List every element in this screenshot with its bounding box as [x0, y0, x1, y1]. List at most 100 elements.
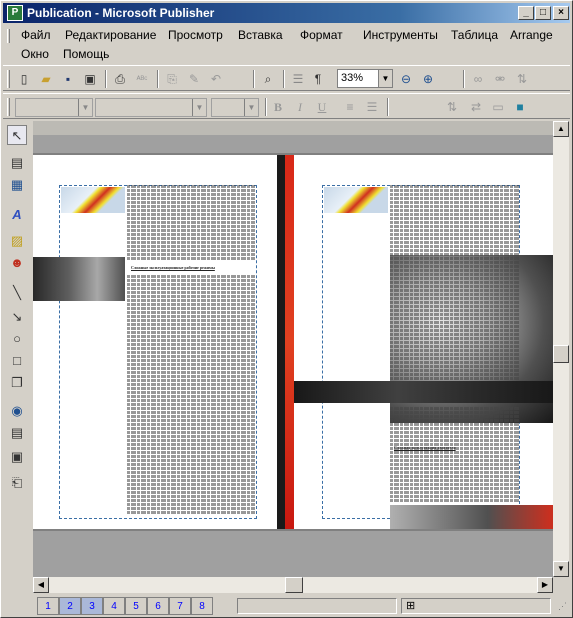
menu-view[interactable]: Просмотр [168, 28, 223, 42]
search-icon[interactable]: ⌕ [259, 70, 277, 88]
size-indicator: ⊞ [401, 598, 551, 614]
menu-window[interactable]: Окно [21, 47, 49, 61]
bold-button[interactable]: B [269, 98, 287, 116]
undo-icon[interactable]: ↶ [207, 70, 225, 88]
html-code-icon[interactable]: ▣ [7, 447, 27, 467]
menu-grip[interactable] [7, 29, 10, 43]
text-column-left-top[interactable] [127, 185, 255, 263]
page-tab-1[interactable]: 1 [37, 597, 59, 615]
text-direction-icon[interactable]: ⇅ [513, 70, 531, 88]
page-tab-4[interactable]: 4 [103, 597, 125, 615]
border-icon[interactable]: ⇄ [467, 98, 485, 116]
textbox-icon[interactable]: ▤ [7, 153, 27, 173]
horizontal-scrollbar[interactable]: ◀ ▶ [33, 577, 553, 593]
scroll-up-icon[interactable]: ▲ [553, 121, 569, 137]
print-preview-icon[interactable]: ▣ [81, 70, 99, 88]
justify-icon[interactable]: ☰ [363, 98, 381, 116]
menu-help[interactable]: Помощь [63, 47, 109, 61]
link-icon[interactable]: ∞ [469, 70, 487, 88]
align-right-icon[interactable]: ≡ [341, 98, 359, 116]
menu-tools[interactable]: Инструменты [363, 28, 438, 42]
menu-file[interactable]: Файл [21, 28, 51, 42]
format-painter-icon[interactable]: ✎ [185, 70, 203, 88]
clipart-icon[interactable]: ☻ [7, 253, 27, 273]
chevron-down-icon[interactable]: ▼ [378, 70, 392, 87]
chevron-down-icon[interactable]: ▼ [78, 99, 92, 116]
zoom-select[interactable]: 33% ▼ [337, 69, 393, 88]
photo-bottom[interactable] [390, 505, 553, 529]
underline-button[interactable]: U [313, 98, 331, 116]
text-column-right[interactable] [390, 185, 520, 383]
menu-format[interactable]: Формат [300, 28, 343, 42]
pointer-icon[interactable]: ↖ [7, 125, 27, 145]
horizontal-scroll-thumb[interactable] [285, 577, 303, 593]
scroll-left-icon[interactable]: ◀ [33, 577, 49, 593]
line-icon[interactable]: ╲ [7, 283, 27, 303]
columns-icon[interactable]: ☰ [289, 70, 307, 88]
page-left[interactable]: Сложные эксплуатационные рабочие режимы [33, 155, 285, 529]
chevron-down-icon[interactable]: ▼ [244, 99, 258, 116]
horizontal-ruler[interactable] [33, 121, 553, 135]
font-select[interactable]: ▼ [95, 98, 207, 117]
wordart-icon[interactable]: A [7, 205, 27, 225]
page-right[interactable]: Сложная эксплуатация двигателя [294, 155, 553, 529]
hotspot-icon[interactable]: ◉ [7, 401, 27, 421]
print-icon[interactable]: ⎙ [111, 70, 129, 88]
zoom-out-icon[interactable]: ⊖ [397, 70, 415, 88]
close-button[interactable]: × [553, 6, 569, 20]
vertical-scroll-thumb[interactable] [553, 345, 569, 363]
title-bar[interactable]: P Publication - Microsoft Publisher _ □ … [3, 3, 570, 23]
resize-grip-icon[interactable]: ⋰ [558, 601, 568, 613]
new-icon[interactable]: ▯ [15, 70, 33, 88]
fill-color-icon[interactable]: ▭ [489, 98, 507, 116]
design-gallery-icon[interactable]: ⎗ [7, 473, 27, 493]
page-tab-6[interactable]: 6 [147, 597, 169, 615]
workspace[interactable]: Сложные эксплуатационные рабочие режимы … [33, 121, 553, 577]
photo-strip[interactable] [33, 257, 125, 301]
text-column-left[interactable] [127, 275, 255, 519]
minimize-button[interactable]: _ [518, 6, 534, 20]
rectangle-icon[interactable]: □ [7, 351, 27, 371]
race-car-picture[interactable] [324, 187, 388, 213]
menu-table[interactable]: Таблица [451, 28, 498, 42]
publisher-icon[interactable]: P [7, 5, 23, 21]
menu-arrange[interactable]: Arrange [510, 28, 553, 42]
table-icon[interactable]: ▦ [7, 175, 27, 195]
paragraph-icon[interactable]: ¶ [309, 70, 327, 88]
page-tab-7[interactable]: 7 [169, 597, 191, 615]
menu-insert[interactable]: Вставка [238, 28, 283, 42]
page-tab-3[interactable]: 3 [81, 597, 103, 615]
oval-icon[interactable]: ○ [7, 329, 27, 349]
scroll-right-icon[interactable]: ▶ [537, 577, 553, 593]
autoshapes-icon[interactable]: ❐ [7, 373, 27, 393]
chevron-down-icon[interactable]: ▼ [192, 99, 206, 116]
copy-icon[interactable]: ⎘ [163, 70, 181, 88]
style-select[interactable]: ▼ [15, 98, 93, 117]
font-size-select[interactable]: ▼ [211, 98, 259, 117]
line-spacing-icon[interactable]: ⇅ [443, 98, 461, 116]
picture-icon[interactable]: ▨ [7, 231, 27, 251]
page-tab-5[interactable]: 5 [125, 597, 147, 615]
italic-button[interactable]: I [291, 98, 309, 116]
toolbar-grip[interactable] [7, 98, 10, 116]
text-column-right-bottom[interactable] [390, 407, 520, 503]
maximize-button[interactable]: □ [535, 6, 551, 20]
3d-icon[interactable]: ■ [511, 98, 529, 116]
save-icon[interactable]: ▪ [59, 70, 77, 88]
separator [463, 70, 465, 88]
toolbar-grip[interactable] [7, 70, 10, 88]
arrow-icon[interactable]: ↘ [7, 307, 27, 327]
unlink-icon[interactable]: ⚮ [491, 70, 509, 88]
heading-left: Сложные эксплуатационные рабочие режимы [131, 265, 215, 270]
form-control-icon[interactable]: ▤ [7, 423, 27, 443]
page-tab-8[interactable]: 8 [191, 597, 213, 615]
scroll-down-icon[interactable]: ▼ [553, 561, 569, 577]
spelling-icon[interactable]: ᴬᴮᶜ [133, 70, 151, 88]
menu-edit[interactable]: Редактирование [65, 28, 156, 42]
zoom-in-icon[interactable]: ⊕ [419, 70, 437, 88]
open-icon[interactable]: ▰ [37, 70, 55, 88]
page-tab-2[interactable]: 2 [59, 597, 81, 615]
photo-band[interactable] [294, 381, 553, 403]
race-car-picture[interactable] [61, 187, 125, 213]
vertical-scrollbar[interactable]: ▲ ▼ [553, 121, 569, 577]
